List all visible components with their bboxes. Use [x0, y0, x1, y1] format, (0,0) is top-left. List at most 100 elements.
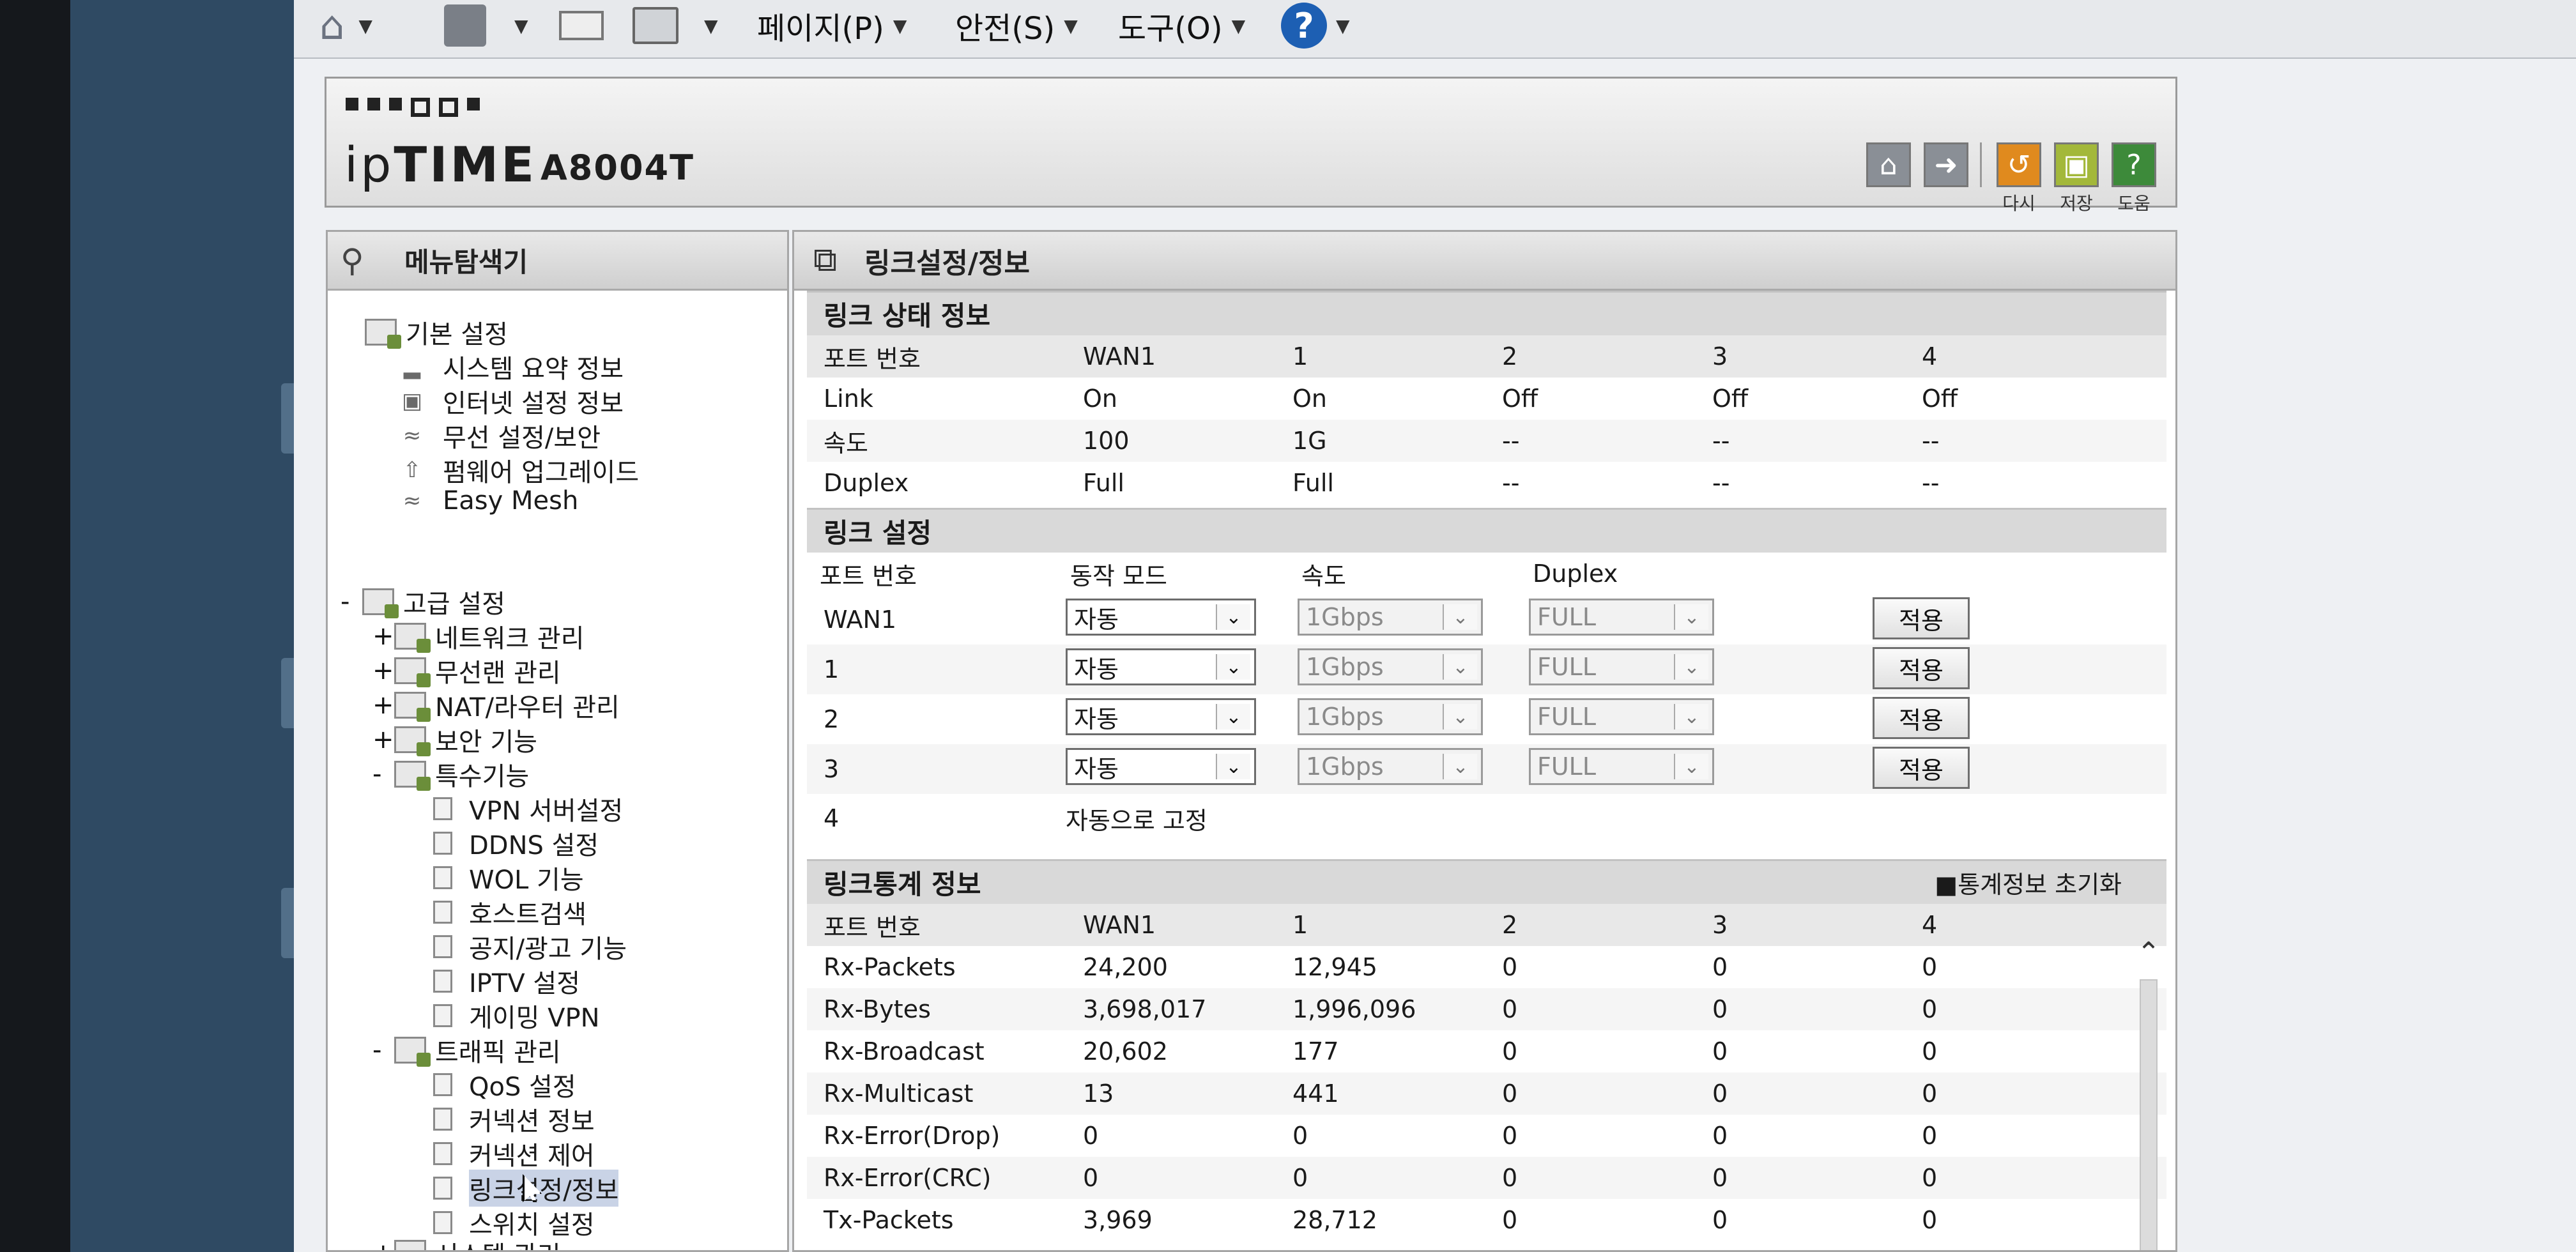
restart-button[interactable]: ↺ [1997, 142, 2041, 187]
port-label: 1 [824, 655, 839, 683]
port-label: 2 [824, 705, 839, 733]
menu-safety-label: 안전(S) [955, 11, 1055, 47]
logout-button[interactable]: ➜ [1924, 142, 1968, 187]
home-button[interactable]: ⌂ [1866, 142, 1911, 187]
mode-select[interactable]: 자동 ⌄ [1066, 748, 1256, 785]
chevron-down-icon[interactable]: ▼ [704, 15, 718, 36]
rss-feed-button[interactable]: ▼ [444, 0, 528, 51]
help-icon: ? [1281, 3, 1327, 49]
port-label: 3 [824, 755, 839, 783]
speed-select[interactable]: 1Gbps ⌄ [1298, 698, 1483, 735]
mode-select[interactable]: 자동 ⌄ [1066, 599, 1256, 636]
duplex-select[interactable]: FULL ⌄ [1529, 748, 1714, 785]
apply-button[interactable]: 적용 [1873, 647, 1970, 689]
menu-item-system-summary[interactable]: ▂ 시스템 요약 정보 [399, 348, 624, 385]
menu-item-wol[interactable]: WOL 기능 [433, 859, 584, 896]
table-cell: 0 [1502, 995, 1518, 1023]
menu-item-label: QoS 설정 [469, 1073, 576, 1102]
mode-select[interactable]: 자동 ⌄ [1066, 648, 1256, 685]
menu-item-notice-ad[interactable]: 공지/광고 기능 [433, 928, 627, 965]
duplex-select[interactable]: FULL ⌄ [1529, 599, 1714, 636]
menu-group-basic[interactable]: 기본 설정 [365, 314, 508, 351]
print-button[interactable]: ▼ [632, 0, 718, 51]
menu-item-internet-settings[interactable]: ▣ 인터넷 설정 정보 [399, 383, 624, 420]
page-icon [433, 1004, 452, 1027]
apply-button[interactable]: 적용 [1873, 747, 1970, 789]
mail-button[interactable] [559, 0, 604, 51]
table-cell: 0 [1712, 1037, 1728, 1065]
home-button[interactable]: ⌂ ▼ [319, 0, 372, 51]
page-title-bar: ⧉ 링크설정/정보 [794, 232, 2175, 291]
speed-select[interactable]: 1Gbps ⌄ [1298, 648, 1483, 685]
menu-page[interactable]: 페이지(P) ▼ [757, 0, 907, 51]
chevron-down-icon: ⌄ [1443, 754, 1477, 779]
expand-toggle[interactable]: + [372, 1239, 394, 1250]
apply-button[interactable]: 적용 [1873, 697, 1970, 739]
menu-group-advanced[interactable]: - 고급 설정 [341, 583, 505, 620]
menu-item-host-search[interactable]: 호스트검색 [433, 894, 586, 931]
menu-group-security[interactable]: + 보안 기능 [372, 721, 537, 758]
column-header: 포트 번호 [824, 344, 921, 373]
menu-item-qos[interactable]: QoS 설정 [433, 1066, 576, 1103]
menu-group-network[interactable]: + 네트워크 관리 [372, 618, 585, 655]
menu-item-connection-control[interactable]: 커넥션 제어 [433, 1135, 595, 1172]
duplex-select[interactable]: FULL ⌄ [1529, 648, 1714, 685]
menu-item-iptv[interactable]: IPTV 설정 [433, 963, 580, 1000]
expand-toggle[interactable]: + [372, 691, 394, 720]
chevron-down-icon: ⌄ [1674, 754, 1708, 779]
chevron-down-icon: ⌄ [1216, 704, 1250, 729]
mode-select[interactable]: 자동 ⌄ [1066, 698, 1256, 735]
logout-icon: ➜ [1934, 148, 1958, 181]
table-cell: 0 [1502, 1206, 1518, 1234]
chevron-down-icon[interactable]: ▼ [514, 15, 528, 36]
menu-item-easy-mesh[interactable]: ≈ Easy Mesh [399, 486, 579, 515]
collapse-toggle[interactable]: - [372, 1035, 394, 1065]
section-title: 링크 설정 [824, 517, 932, 549]
speed-select[interactable]: 1Gbps ⌄ [1298, 748, 1483, 785]
menu-item-label: 무선 설정/보안 [443, 424, 601, 453]
menu-group-special[interactable]: - 특수기능 [372, 756, 529, 793]
duplex-select[interactable]: FULL ⌄ [1529, 698, 1714, 735]
menu-item-label: 인터넷 설정 정보 [443, 389, 624, 418]
help-button[interactable]: ? [2112, 142, 2156, 187]
menu-group-wireless-lan[interactable]: + 무선랜 관리 [372, 652, 561, 689]
menu-item-vpn-server[interactable]: VPN 서버설정 [433, 790, 623, 827]
table-cell: 0 [1712, 1164, 1728, 1192]
menu-group-nat-router[interactable]: + NAT/라우터 관리 [372, 687, 620, 724]
menu-item-wireless-security[interactable]: ≈ 무선 설정/보안 [399, 417, 601, 454]
column-header: Duplex [1533, 560, 1618, 588]
folder-icon [394, 761, 431, 791]
chevron-down-icon: ▼ [893, 15, 907, 36]
page-icon [433, 1211, 452, 1234]
chevron-down-icon[interactable]: ▼ [358, 15, 372, 36]
table-cell: 0 [1712, 953, 1728, 981]
menu-group-traffic[interactable]: - 트래픽 관리 [372, 1032, 561, 1069]
collapse-toggle[interactable]: - [372, 760, 394, 789]
scrollbar-thumb[interactable] [2140, 979, 2158, 1250]
table-cell: Off [1502, 385, 1538, 413]
folder-icon [362, 588, 399, 618]
speed-select[interactable]: 1Gbps ⌄ [1298, 599, 1483, 636]
reset-stats-link[interactable]: ■통계정보 초기화 [1935, 865, 2122, 900]
row-label: Link [824, 385, 873, 413]
menu-item-gaming-vpn[interactable]: 게이밍 VPN [433, 997, 600, 1034]
menu-item-firmware-upgrade[interactable]: ⇧ 펌웨어 업그레이드 [399, 452, 639, 489]
table-cell: 0 [1502, 1164, 1518, 1192]
scroll-up-arrow[interactable]: ⌃ [2129, 935, 2168, 970]
expand-toggle[interactable]: + [372, 656, 394, 685]
expand-toggle[interactable]: + [372, 622, 394, 651]
save-button[interactable]: ▣ [2054, 142, 2099, 187]
expand-toggle[interactable]: + [372, 725, 394, 754]
help-button[interactable]: ? ▼ [1281, 0, 1350, 51]
section-title: 링크통계 정보 [824, 869, 981, 900]
collapse-toggle[interactable]: - [341, 587, 362, 616]
table-cell: 1G [1292, 427, 1327, 455]
menu-group-system[interactable]: + 시스템 관리 [372, 1235, 561, 1250]
apply-button[interactable]: 적용 [1873, 597, 1970, 639]
menu-safety[interactable]: 안전(S) ▼ [955, 0, 1078, 51]
menu-tools[interactable]: 도구(O) ▼ [1118, 0, 1245, 51]
menu-item-label: 시스템 요약 정보 [443, 355, 624, 384]
menu-item-connection-info[interactable]: 커넥션 정보 [433, 1101, 595, 1138]
menu-item-ddns[interactable]: DDNS 설정 [433, 825, 599, 862]
magnifier-icon: ⚲ [341, 241, 364, 279]
